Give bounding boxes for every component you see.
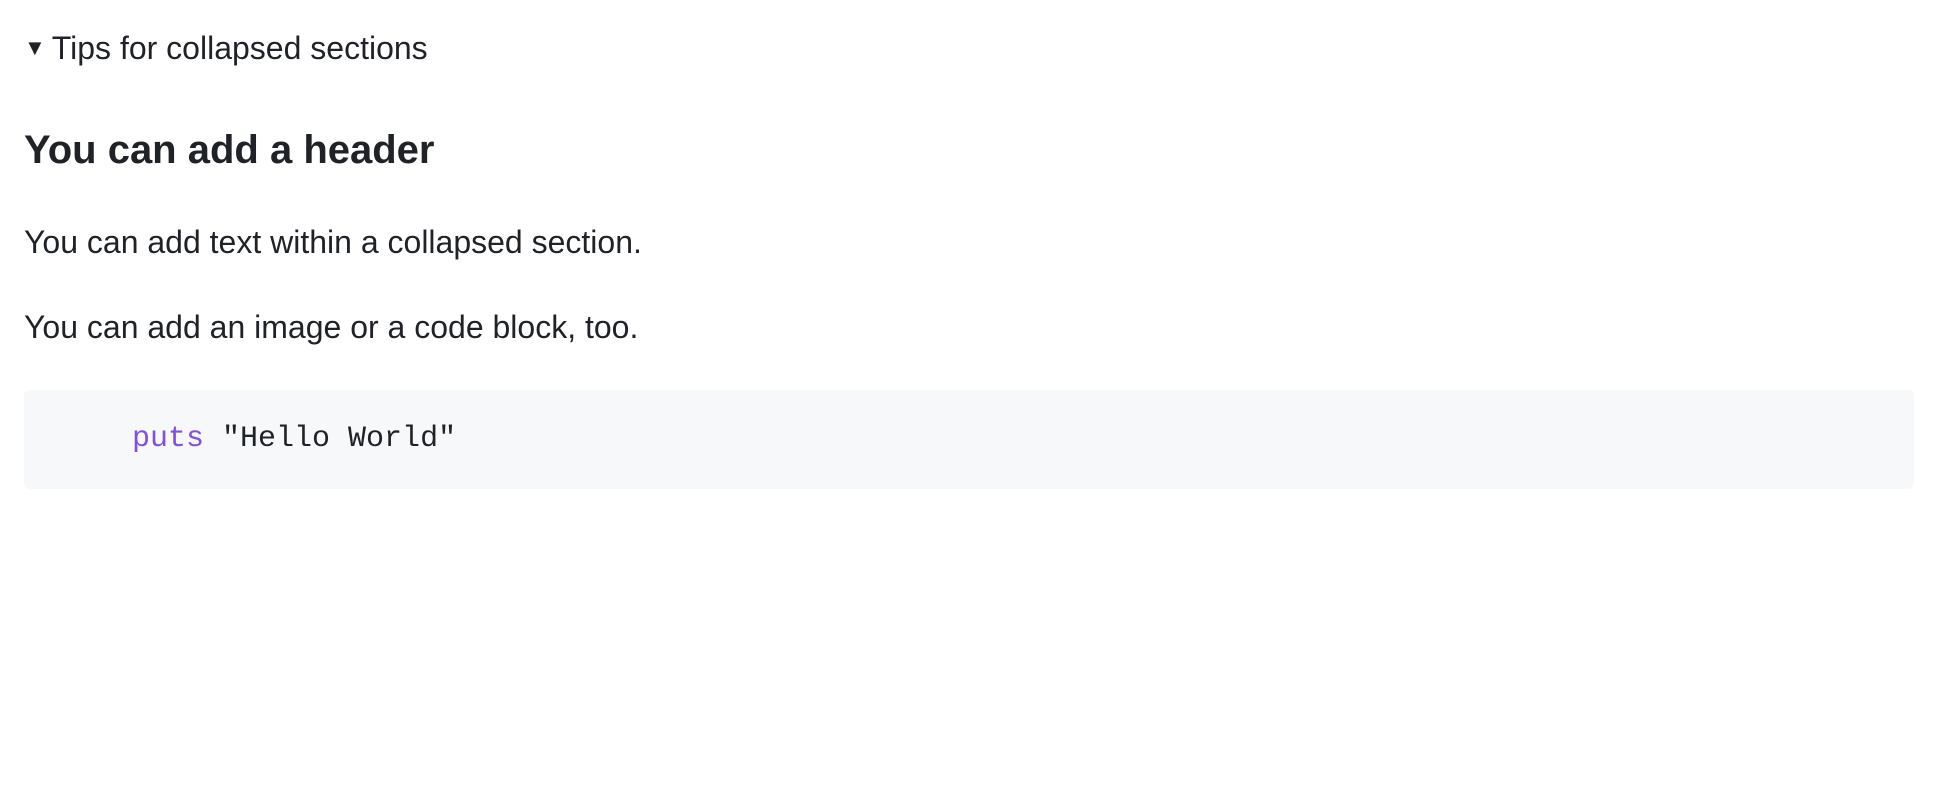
summary-label: Tips for collapsed sections (52, 24, 428, 72)
code-string: "Hello World" (222, 422, 456, 456)
code-keyword: puts (132, 422, 204, 456)
triangle-down-icon: ▼ (24, 37, 46, 59)
code-block: puts "Hello World" (24, 390, 1914, 490)
collapsible-summary[interactable]: ▼ Tips for collapsed sections (24, 24, 1914, 72)
paragraph-text-2: You can add an image or a code block, to… (24, 305, 1914, 350)
section-header: You can add a header (24, 120, 1914, 180)
paragraph-text-1: You can add text within a collapsed sect… (24, 220, 1914, 265)
